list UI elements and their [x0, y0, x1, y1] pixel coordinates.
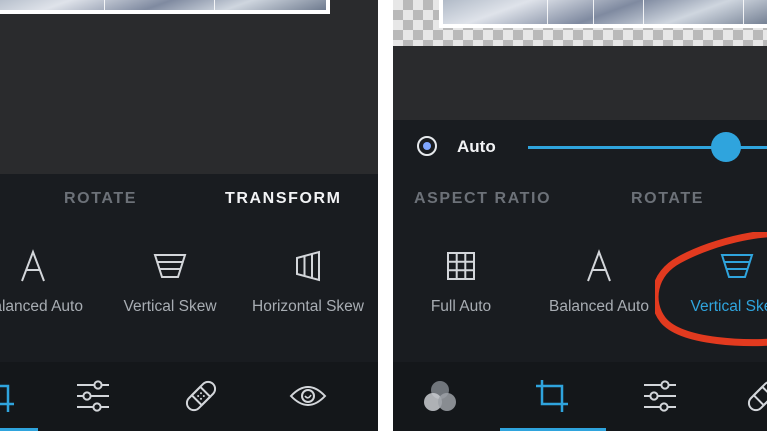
- tool-vertical-skew[interactable]: Vertical Skew: [95, 244, 245, 316]
- image-canvas: [393, 0, 767, 120]
- auto-radio[interactable]: [417, 136, 437, 156]
- grid-icon: [393, 244, 536, 288]
- tool-label: Horizontal Skew: [252, 298, 364, 315]
- right-panel: Auto ASPECT RATIO ROTATE Full Auto Balan…: [393, 0, 767, 431]
- eye-icon[interactable]: [288, 378, 328, 414]
- image-canvas: [0, 0, 378, 174]
- circles-icon[interactable]: [420, 378, 460, 414]
- tab-rotate[interactable]: ROTATE: [631, 190, 704, 208]
- tool-horizontal-skew[interactable]: Horizontal Skew: [233, 244, 378, 316]
- tab-transform[interactable]: TRANSFORM: [225, 190, 342, 208]
- letter-a-icon: [0, 244, 108, 288]
- photo-preview: [0, 0, 330, 14]
- crop-icon[interactable]: [0, 378, 18, 414]
- letter-a-icon: [524, 244, 674, 288]
- auto-slider-thumb[interactable]: [711, 132, 741, 162]
- tool-balanced-auto[interactable]: Balanced Auto: [524, 244, 674, 316]
- tab-row: ROTATE TRANSFORM: [0, 173, 378, 225]
- red-circle-annotation: [655, 232, 767, 346]
- tool-label: Full Auto: [430, 298, 492, 315]
- tool-label: Vertical Skew: [123, 298, 217, 315]
- photo-preview: [439, 0, 767, 28]
- auto-row: Auto: [393, 120, 767, 176]
- tab-row: ASPECT RATIO ROTATE: [393, 173, 767, 225]
- sliders-icon[interactable]: [640, 378, 680, 414]
- tool-label: Balanced Auto: [549, 298, 649, 315]
- crop-icon[interactable]: [532, 378, 572, 414]
- bandage-icon[interactable]: [743, 378, 767, 414]
- auto-label: Auto: [457, 137, 496, 156]
- tool-label: Balanced Auto: [0, 298, 83, 315]
- bottom-toolbar: [393, 362, 767, 431]
- tool-balanced-auto[interactable]: Balanced Auto: [0, 244, 108, 316]
- vertical-skew-icon: [95, 244, 245, 288]
- tab-rotate[interactable]: ROTATE: [64, 190, 137, 208]
- horizontal-skew-icon: [233, 244, 378, 288]
- tab-aspect-ratio[interactable]: ASPECT RATIO: [414, 190, 551, 208]
- tool-full-auto[interactable]: Full Auto: [393, 244, 536, 316]
- left-panel: ROTATE TRANSFORM Balanced Auto Vertical …: [0, 0, 378, 431]
- bottom-toolbar: [0, 362, 378, 431]
- sliders-icon[interactable]: [73, 378, 113, 414]
- bandage-icon[interactable]: [181, 378, 221, 414]
